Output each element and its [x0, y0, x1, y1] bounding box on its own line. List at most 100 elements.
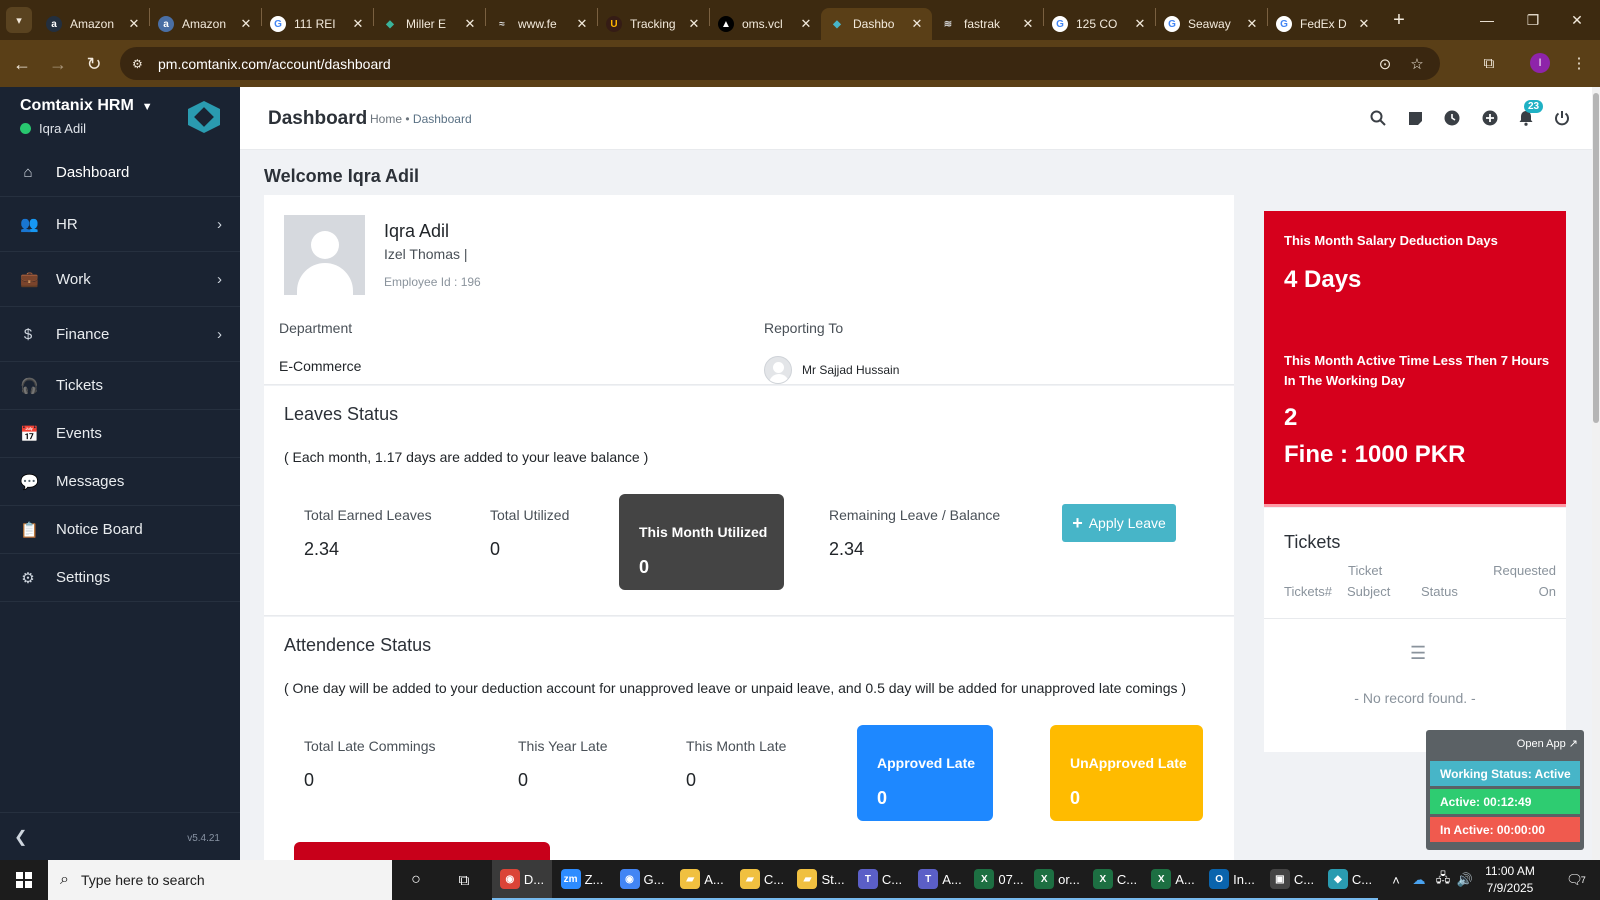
restore-window-icon[interactable]: ❐ — [1510, 0, 1556, 40]
sidebar-item-tickets[interactable]: 🎧 Tickets — [0, 362, 240, 410]
column-header-status[interactable]: Status — [1421, 581, 1458, 602]
browser-tab[interactable]: ◆ Dashbo ✕ — [821, 8, 932, 40]
url-input[interactable]: ⚙ pm.comtanix.com/account/dashboard ⊙ ☆ — [120, 47, 1440, 80]
scrollbar-thumb[interactable] — [1593, 93, 1599, 423]
search-icon[interactable] — [1367, 107, 1389, 129]
sidebar-item-label: Finance — [56, 325, 110, 343]
taskbar-excel-or[interactable]: Xor... — [1028, 860, 1086, 900]
taskbar-folder-c[interactable]: ▰ C... — [732, 860, 792, 900]
sidebar-item-events[interactable]: 📅 Events — [0, 410, 240, 458]
close-tab-icon[interactable]: ✕ — [799, 16, 813, 32]
cortana-circle-icon[interactable]: ○ — [398, 860, 434, 900]
sidebar-item-notice-board[interactable]: 📋 Notice Board — [0, 506, 240, 554]
task-view-icon[interactable]: ⧉ — [446, 860, 482, 900]
sidebar-item-work[interactable]: 💼 Work › — [0, 252, 240, 307]
column-header-ticket-number[interactable]: Tickets# — [1284, 581, 1332, 602]
browser-tab[interactable]: a Amazon ✕ — [150, 8, 261, 40]
taskbar-folder-a[interactable]: ▰ A... — [672, 860, 732, 900]
taskbar-excel-c[interactable]: X C... — [1086, 860, 1144, 900]
taskbar-comtanix[interactable]: ◆ C... — [1322, 860, 1378, 900]
taskbar-chrome-g[interactable]: ◉ G... — [612, 860, 672, 900]
red-action-button[interactable] — [294, 842, 550, 862]
taskbar-zoom[interactable]: zm Z... — [552, 860, 612, 900]
profile-avatar[interactable]: I — [1530, 53, 1550, 73]
sticky-note-icon[interactable] — [1404, 107, 1426, 129]
clock-icon[interactable] — [1441, 107, 1463, 129]
browser-tab[interactable]: ≈ www.fe ✕ — [486, 8, 597, 40]
close-window-icon[interactable]: ✕ — [1554, 0, 1600, 40]
approved-late-box[interactable]: Approved Late 0 — [857, 725, 993, 821]
taskbar-teams-c[interactable]: T C... — [850, 860, 910, 900]
minimize-window-icon[interactable]: — — [1464, 0, 1510, 40]
close-tab-icon[interactable]: ✕ — [1021, 16, 1035, 32]
sidebar-item-dashboard[interactable]: ⌂ Dashboard — [0, 149, 240, 197]
browser-tab[interactable]: ◆ Miller E ✕ — [374, 8, 485, 40]
sidebar-item-settings[interactable]: ⚙ Settings — [0, 554, 240, 602]
extensions-icon[interactable]: ⧉ — [1474, 48, 1504, 78]
onedrive-cloud-icon[interactable]: ☁ — [1408, 860, 1430, 900]
employee-name: Iqra Adil — [384, 221, 450, 241]
app-icon: X — [1151, 869, 1172, 889]
open-app-link[interactable]: Open App ↗ — [1517, 737, 1578, 750]
tab-search-chevron-icon[interactable]: ▾ — [6, 7, 32, 33]
taskbar-search-input[interactable]: ⌕ Type here to search — [48, 860, 392, 900]
browser-menu-icon[interactable]: ⋮ — [1564, 48, 1594, 78]
network-icon[interactable]: 🖧 — [1432, 860, 1454, 900]
taskbar-chrome-dashboard[interactable]: ◉ D... — [492, 860, 552, 900]
column-header-ticket-subject[interactable]: Ticket Subject — [1347, 560, 1390, 602]
close-tab-icon[interactable]: ✕ — [463, 16, 477, 32]
power-icon[interactable] — [1551, 107, 1573, 129]
brand-switcher[interactable]: Comtanix HRM ▼ — [20, 97, 153, 115]
close-tab-icon[interactable]: ✕ — [575, 16, 589, 32]
column-header-requested-on[interactable]: Requested On — [1479, 560, 1556, 602]
browser-tab[interactable]: G Seaway ✕ — [1156, 8, 1267, 40]
taskbar-app-c[interactable]: ▣ C... — [1262, 860, 1322, 900]
comtanix-logo-icon[interactable] — [188, 101, 220, 133]
browser-tab[interactable]: G FedEx D ✕ — [1268, 8, 1379, 40]
new-tab-plus-icon[interactable]: + — [1385, 6, 1413, 34]
browser-tab[interactable]: a Amazon ✕ — [38, 8, 149, 40]
sidebar-item-messages[interactable]: 💬 Messages — [0, 458, 240, 506]
total-late-value: 0 — [304, 770, 315, 790]
close-tab-icon[interactable]: ✕ — [1357, 16, 1371, 32]
taskbar-outlook[interactable]: O In... — [1202, 860, 1262, 900]
taskbar-excel-07[interactable]: X 07... — [970, 860, 1028, 900]
taskbar-app-label: Z... — [584, 871, 604, 887]
back-arrow-icon[interactable]: ← — [4, 46, 40, 82]
location-pin-icon[interactable]: ⊙ — [1370, 47, 1400, 80]
page-scrollbar[interactable] — [1592, 87, 1600, 860]
close-tab-icon[interactable]: ✕ — [1133, 16, 1147, 32]
breadcrumb-home-link[interactable]: Home — [370, 112, 402, 126]
browser-tab[interactable]: ▲ oms.vcl ✕ — [710, 8, 821, 40]
sidebar-item-hr[interactable]: 👥 HR › — [0, 197, 240, 252]
site-info-icon[interactable]: ⚙ — [132, 57, 148, 71]
app-icon: ◆ — [1327, 869, 1348, 889]
apply-leave-button[interactable]: + Apply Leave — [1062, 504, 1176, 542]
collapse-sidebar-chevron-left-icon[interactable]: ❮ — [14, 827, 27, 847]
volume-icon[interactable]: 🔊 — [1454, 860, 1476, 900]
browser-tab[interactable]: ≋ fastrak ✕ — [932, 8, 1043, 40]
taskbar-teams-a[interactable]: T A... — [910, 860, 970, 900]
add-circle-icon[interactable] — [1479, 107, 1501, 129]
windows-start-icon[interactable] — [0, 860, 48, 900]
forward-arrow-icon[interactable]: → — [40, 46, 76, 82]
bookmark-star-icon[interactable]: ☆ — [1402, 47, 1432, 80]
sidebar-item-finance[interactable]: $ Finance › — [0, 307, 240, 362]
close-tab-icon[interactable]: ✕ — [910, 16, 924, 32]
close-tab-icon[interactable]: ✕ — [687, 16, 701, 32]
close-tab-icon[interactable]: ✕ — [239, 16, 253, 32]
tab-favicon-icon: ◆ — [386, 18, 394, 30]
browser-tab[interactable]: G 125 CO ✕ — [1044, 8, 1155, 40]
taskbar-folder-st[interactable]: ▰ St... — [792, 860, 850, 900]
close-tab-icon[interactable]: ✕ — [351, 16, 365, 32]
browser-tab[interactable]: G 111 REI ✕ — [262, 8, 373, 40]
tray-chevron-up-icon[interactable]: ˄ — [1386, 860, 1406, 900]
taskbar-clock[interactable]: 11:00 AM 7/9/2025 — [1476, 863, 1544, 897]
unapproved-late-box[interactable]: UnApproved Late 0 — [1050, 725, 1203, 821]
taskbar-excel-a[interactable]: X A... — [1144, 860, 1202, 900]
notification-center-icon[interactable]: 🗨 7 — [1556, 860, 1596, 900]
browser-tab[interactable]: U Tracking ✕ — [598, 8, 709, 40]
close-tab-icon[interactable]: ✕ — [1245, 16, 1259, 32]
close-tab-icon[interactable]: ✕ — [127, 16, 141, 32]
reload-icon[interactable]: ↻ — [76, 46, 112, 82]
